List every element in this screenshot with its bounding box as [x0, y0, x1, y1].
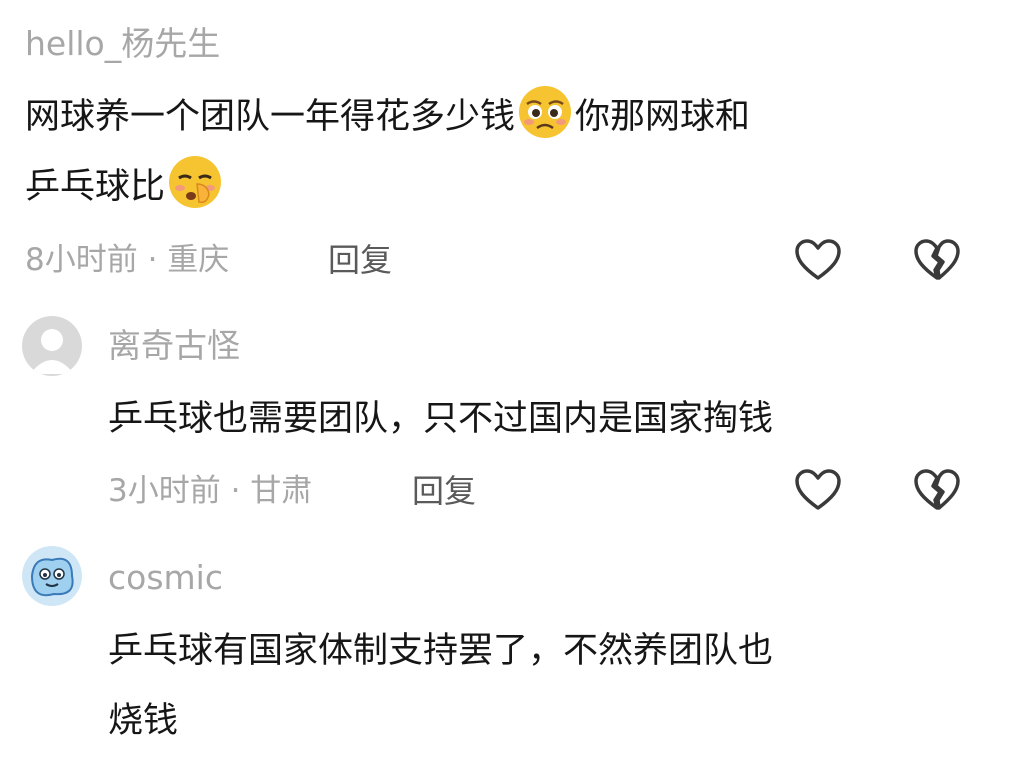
comment-text-part: 网球养一个团队一年得花多少钱: [25, 97, 516, 137]
avatar[interactable]: [22, 316, 82, 376]
comment-3: cosmic 乒乓球有国家体制支持罢了，不然养团队也 烧钱: [0, 530, 1013, 764]
heart-outline-icon: [795, 239, 841, 280]
comment-text: 乒乓球比: [25, 152, 225, 222]
comment-meta: 3小时前 · 甘肃: [108, 473, 313, 509]
comment-text: 乒乓球有国家体制支持罢了，不然养团队也: [108, 631, 774, 671]
heart-outline-icon: [795, 469, 841, 510]
reply-button[interactable]: 回复: [328, 240, 392, 280]
reply-button[interactable]: 回复: [412, 471, 476, 511]
broken-heart-icon: [914, 239, 960, 280]
comment-text: 乒乓球也需要团队，只不过国内是国家掏钱: [108, 399, 774, 439]
shushing-face-icon: [167, 154, 223, 210]
pleading-face-icon: [517, 84, 573, 140]
comment-2: 离奇古怪 乒乓球也需要团队，只不过国内是国家掏钱 3小时前 · 甘肃 回复: [0, 300, 1013, 530]
dislike-button[interactable]: [912, 465, 962, 515]
comment-meta: 8小时前 · 重庆: [25, 242, 230, 278]
dislike-button[interactable]: [912, 235, 962, 285]
comment-username[interactable]: 离奇古怪: [108, 326, 240, 366]
comment-username[interactable]: cosmic: [108, 558, 223, 598]
default-avatar-icon: [22, 316, 82, 376]
comment-username[interactable]: hello_杨先生: [25, 24, 220, 64]
cartoon-avatar-icon: [22, 546, 82, 606]
comment-text-part: 乒乓球比: [25, 167, 166, 207]
comment-text: 网球养一个团队一年得花多少钱 你那网球和: [25, 82, 750, 152]
comment-text: 烧钱: [108, 701, 179, 741]
avatar[interactable]: [22, 546, 82, 606]
like-button[interactable]: [793, 235, 843, 285]
comment-1: hello_杨先生 网球养一个团队一年得花多少钱 你那网球和 乒乓球比 8小时前 …: [0, 0, 1013, 300]
like-button[interactable]: [793, 465, 843, 515]
broken-heart-icon: [914, 469, 960, 510]
comment-text-part: 你那网球和: [575, 97, 751, 137]
